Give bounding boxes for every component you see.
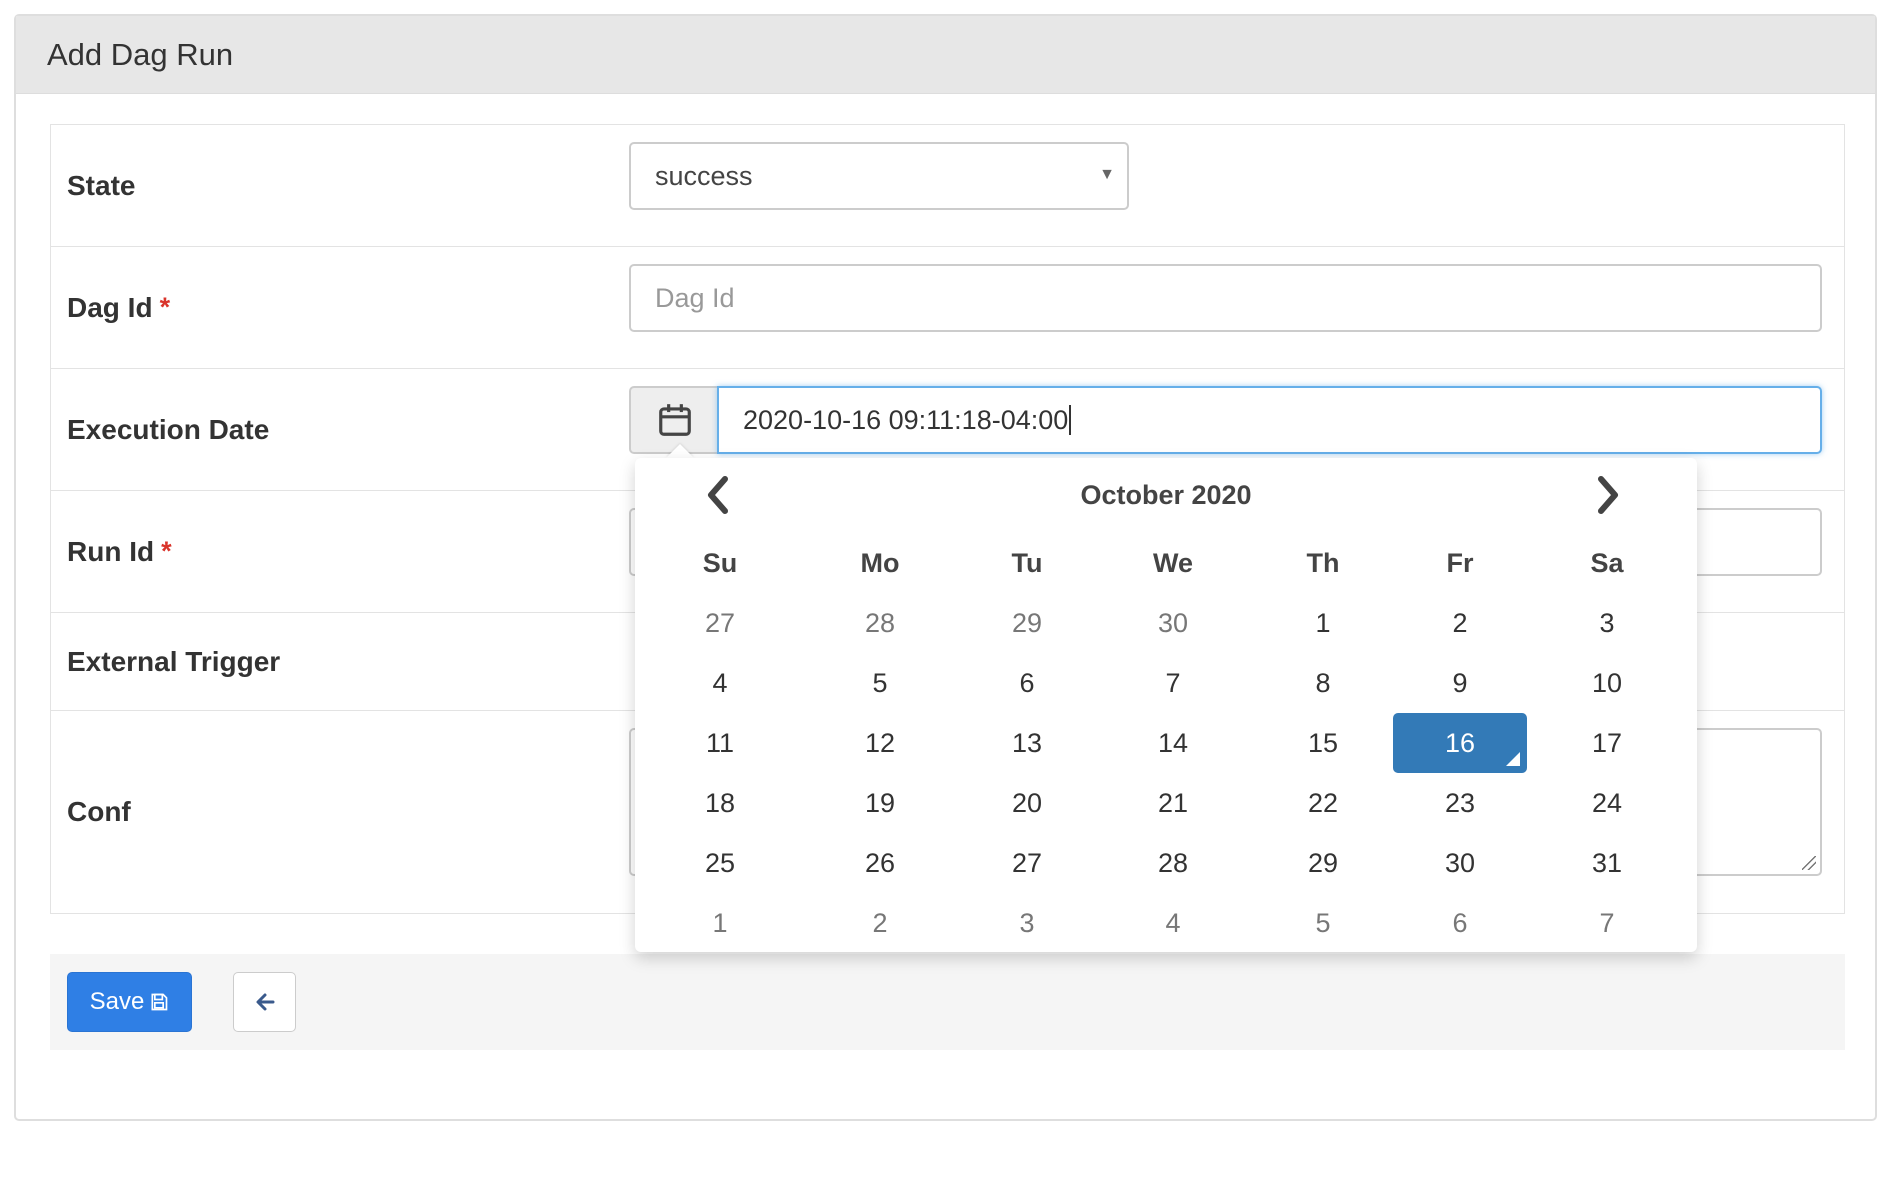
calendar-day[interactable]: 22 — [1256, 773, 1390, 833]
weekday-sa: Sa — [1590, 547, 1624, 578]
calendar-day[interactable]: 13 — [960, 713, 1094, 773]
calendar-day[interactable]: 28 — [813, 593, 947, 653]
back-button[interactable] — [233, 972, 296, 1032]
required-asterisk: * — [159, 292, 171, 322]
weekday-we: We — [1152, 547, 1193, 578]
calendar-day[interactable]: 11 — [653, 713, 787, 773]
calendar-day[interactable]: 3 — [960, 893, 1094, 952]
weekday-header: Su Mo Tu We Th Fr Sa — [635, 533, 1697, 593]
calendar-day[interactable]: 7 — [1106, 653, 1240, 713]
save-label: Save — [89, 988, 145, 1015]
datepicker-header: October 2020 — [635, 470, 1697, 520]
calendar-day[interactable]: 2 — [813, 893, 947, 952]
arrow-left-icon — [256, 993, 274, 1011]
panel-heading: Add Dag Run — [16, 16, 1875, 94]
calendar-day[interactable]: 9 — [1393, 653, 1527, 713]
datepicker-pointer — [666, 444, 694, 458]
calendar-day[interactable]: 28 — [1106, 833, 1240, 893]
calendar-day[interactable]: 4 — [1106, 893, 1240, 952]
calendar-day[interactable]: 12 — [813, 713, 947, 773]
state-label: State — [67, 169, 136, 201]
calendar-day[interactable]: 25 — [653, 833, 787, 893]
dag-id-placeholder: Dag Id — [655, 282, 735, 313]
calendar-day[interactable]: 3 — [1540, 593, 1674, 653]
required-asterisk: * — [161, 536, 172, 566]
calendar-week-row: 4 5 6 7 8 9 10 — [635, 653, 1697, 713]
calendar-day[interactable]: 17 — [1540, 713, 1674, 773]
calendar-day[interactable]: 5 — [1256, 893, 1390, 952]
dag-id-label: Dag Id * — [67, 291, 171, 323]
resize-handle-icon[interactable] — [1802, 856, 1816, 870]
execution-date-input[interactable]: 2020-10-16 09:11:18-04:00 — [717, 386, 1822, 454]
calendar-day[interactable]: 26 — [813, 833, 947, 893]
form-row-dag-id: Dag Id * Dag Id — [51, 247, 1844, 369]
calendar-day[interactable]: 15 — [1256, 713, 1390, 773]
execution-date-label: Execution Date — [67, 413, 270, 445]
month-title[interactable]: October 2020 — [635, 470, 1697, 520]
run-id-label: Run Id * — [67, 535, 172, 567]
calendar-week-row: 1234567 — [635, 893, 1697, 952]
weekday-fr: Fr — [1446, 547, 1474, 578]
calendar-day[interactable]: 7 — [1540, 893, 1674, 952]
calendar-day[interactable]: 6 — [960, 653, 1094, 713]
calendar-week-row: 27 28 29 30 1 2 3 — [635, 593, 1697, 653]
weekday-mo: Mo — [860, 547, 900, 578]
calendar-day[interactable]: 1 — [653, 893, 787, 952]
calendar-day[interactable]: 29 — [1256, 833, 1390, 893]
conf-label: Conf — [67, 796, 131, 827]
calendar-day[interactable]: 2 — [1393, 593, 1527, 653]
calendar-day[interactable]: 18 — [653, 773, 787, 833]
chevron-right-icon — [1598, 476, 1618, 514]
calendar-day[interactable]: 21 — [1106, 773, 1240, 833]
form-actions: Save — [50, 954, 1845, 1050]
calendar-day[interactable]: 5 — [813, 653, 947, 713]
next-month-button[interactable] — [1583, 470, 1633, 520]
calendar-icon — [659, 404, 691, 436]
state-select[interactable]: success ▼ — [629, 142, 1129, 210]
calendar-day[interactable]: 1 — [1256, 593, 1390, 653]
weekday-tu: Tu — [1011, 547, 1043, 578]
execution-date-value: 2020-10-16 09:11:18-04:00 — [743, 404, 1069, 435]
calendar-day[interactable]: 14 — [1106, 713, 1240, 773]
state-select-value: success — [655, 160, 753, 191]
text-cursor — [1069, 405, 1072, 435]
calendar-week-row: 25 26 27 28 29 30 31 — [635, 833, 1697, 893]
calendar-day[interactable]: 27 — [653, 593, 787, 653]
dag-id-input[interactable]: Dag Id — [629, 264, 1822, 332]
form-row-state: State success ▼ — [51, 125, 1844, 247]
calendar-day[interactable]: 30 — [1106, 593, 1240, 653]
weekday-th: Th — [1306, 547, 1340, 578]
calendar-day[interactable]: 24 — [1540, 773, 1674, 833]
calendar-day[interactable]: 23 — [1393, 773, 1527, 833]
floppy-disk-icon — [151, 993, 168, 1011]
calendar-week-row: 11 12 13 14 15 16 17 — [635, 713, 1697, 773]
caret-down-icon: ▼ — [1099, 166, 1115, 183]
calendar-day[interactable]: 8 — [1256, 653, 1390, 713]
calendar-week-row: 18 19 20 21 22 23 24 — [635, 773, 1697, 833]
weekday-su: Su — [702, 547, 738, 578]
calendar-day[interactable]: 29 — [960, 593, 1094, 653]
calendar-day[interactable]: 27 — [960, 833, 1094, 893]
external-trigger-label: External Trigger — [67, 645, 281, 677]
calendar-day[interactable]: 20 — [960, 773, 1094, 833]
calendar-day[interactable]: 19 — [813, 773, 947, 833]
calendar-day[interactable]: 6 — [1393, 893, 1527, 952]
page-title: Add Dag Run — [47, 36, 234, 72]
save-button[interactable]: Save — [67, 972, 192, 1032]
calendar-day[interactable]: 30 — [1393, 833, 1527, 893]
calendar-day[interactable]: 31 — [1540, 833, 1674, 893]
calendar-day[interactable]: 10 — [1540, 653, 1674, 713]
datepicker-popup: October 2020 Su Mo Tu We Th Fr Sa 27 28 29 30 1 2 3 4… — [635, 458, 1697, 952]
calendar-day[interactable]: 4 — [653, 653, 787, 713]
calendar-day-selected[interactable]: 16 — [1393, 713, 1527, 773]
